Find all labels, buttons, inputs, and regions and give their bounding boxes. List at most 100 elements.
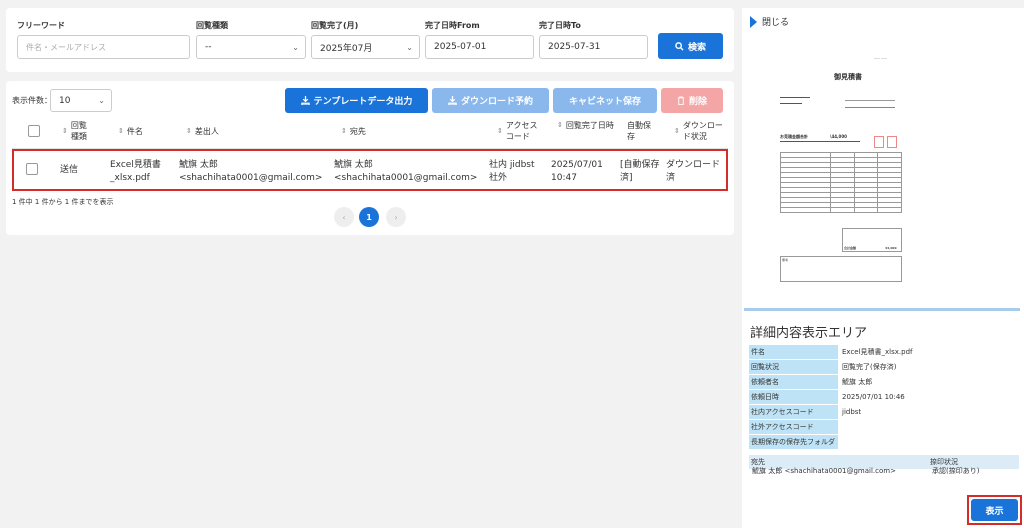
search-button[interactable]: 検索 [658, 33, 723, 59]
row-sender: 鯱旗 太郎 <shachihata0001@gmail.com> [179, 159, 329, 185]
doc-table [780, 152, 902, 213]
row-access: 社内 jidbst 社外 [489, 159, 549, 185]
from-date-input[interactable]: 2025-07-01 [425, 35, 534, 59]
column-download[interactable]: ⇕ ダウンロード状況 [674, 120, 723, 142]
column-recipient[interactable]: ⇕ 宛先 [341, 126, 366, 137]
search-icon [675, 41, 684, 51]
detail-label: 回覧状況 [749, 360, 838, 374]
doc-line [780, 141, 860, 142]
row-sender-name: 鯱旗 太郎 [179, 160, 218, 170]
type-label: 回覧種類 [196, 21, 228, 30]
delete-button[interactable]: 削除 [661, 88, 723, 113]
download-reserve-label: ダウンロード予約 [460, 97, 533, 107]
detail-label: 社外アクセスコード [749, 420, 838, 434]
column-download-label: ダウンロード状況 [682, 121, 723, 141]
chevron-down-icon: ⌄ [98, 96, 105, 105]
prev-page-button[interactable]: ‹ [334, 207, 354, 227]
table-header: ⇕ 回覧種類 ⇕ 件名 ⇕ 差出人 ⇕ 宛先 ⇕ アクセスコード ⇕ 回覧完了日… [12, 117, 728, 149]
cabinet-save-label: キャビネット保存 [568, 97, 641, 107]
table-row[interactable]: 送信 Excel見積書_xlsx.pdf 鯱旗 太郎 <shachihata00… [12, 149, 728, 191]
search-button-label: 検索 [687, 42, 706, 53]
sort-icon: ⇕ [341, 127, 347, 135]
month-select-value: 2025年07月 [320, 43, 373, 54]
sort-icon: ⇕ [557, 121, 563, 129]
per-page-value: 10 [59, 95, 71, 106]
keyword-input[interactable]: 件名・メールアドレス [17, 35, 190, 59]
sort-icon: ⇕ [62, 126, 68, 135]
doc-line [845, 107, 895, 108]
detail-label: 長期保存の保存先フォルダ [749, 435, 838, 449]
column-access[interactable]: ⇕ アクセスコード [497, 120, 542, 142]
detail-value: 回覧完了(保存済) [842, 363, 897, 371]
detail-label: 件名 [749, 345, 838, 359]
triangle-right-icon [750, 15, 757, 28]
column-recipient-label: 宛先 [349, 127, 366, 136]
detail-panel: 閉じる —— —— 御見積書 お見積金額合計 \44,000 合計金額 44,0… [742, 8, 1024, 528]
row-autosave: [自動保存済] [620, 160, 660, 183]
detail-label: 社内アクセスコード [749, 405, 838, 419]
detail-value: 鯱旗 太郎 [842, 378, 873, 386]
per-page-label: 表示件数： [12, 96, 52, 105]
column-completed-label: 回覧完了日時 [565, 121, 614, 130]
panel-divider [744, 308, 1020, 311]
type-select[interactable]: -- ⌄ [196, 35, 306, 59]
doc-line [780, 103, 802, 104]
column-subject[interactable]: ⇕ 件名 [118, 126, 143, 137]
column-autosave[interactable]: 自動保存 [627, 120, 657, 142]
column-completed[interactable]: ⇕ 回覧完了日時 [557, 120, 616, 131]
month-select[interactable]: 2025年07月 ⌄ [311, 35, 420, 59]
row-download: ダウンロード済 [666, 160, 721, 183]
show-button[interactable]: 表示 [971, 499, 1018, 521]
filter-panel: フリーワード 件名・メールアドレス 回覧種類 -- ⌄ 回覧完了(月) 2025… [6, 8, 734, 72]
detail-value: jidbst [842, 408, 862, 416]
to-label: 完了日時To [539, 21, 581, 30]
chevron-down-icon: ⌄ [292, 43, 299, 52]
to-date-input[interactable]: 2025-07-31 [539, 35, 648, 59]
template-export-button[interactable]: テンプレートデータ出力 [285, 88, 428, 113]
trash-icon [677, 96, 685, 105]
close-button[interactable]: 閉じる [750, 15, 789, 28]
list-panel: 表示件数： 10 ⌄ テンプレートデータ出力 ダウンロード予約 キャビネット保存… [6, 81, 734, 235]
template-export-label: テンプレートデータ出力 [313, 97, 413, 107]
detail-label: 依頼者名 [749, 375, 838, 389]
type-select-value: -- [205, 42, 212, 52]
column-sender-label: 差出人 [194, 127, 219, 136]
sort-icon: ⇕ [497, 126, 503, 135]
next-page-button[interactable]: › [386, 207, 406, 227]
document-preview[interactable]: —— —— 御見積書 お見積金額合計 \44,000 合計金額 44,000 備… [770, 52, 926, 302]
row-checkbox[interactable] [26, 163, 38, 175]
doc-total-value: \44,000 [830, 134, 847, 139]
column-autosave-label: 自動保存 [627, 121, 651, 141]
doc-grand-total-label: 合計金額 [844, 246, 857, 250]
column-sender[interactable]: ⇕ 差出人 [186, 126, 219, 137]
sort-icon: ⇕ [674, 126, 680, 135]
cabinet-save-button[interactable]: キャビネット保存 [553, 88, 657, 113]
close-label: 閉じる [762, 18, 790, 28]
page-button-current[interactable]: 1 [359, 207, 379, 227]
chevron-left-icon: ‹ [342, 212, 346, 222]
stamp-value: 承認(捺印あり) [932, 467, 980, 475]
column-type[interactable]: ⇕ 回覧種類 [62, 120, 102, 142]
doc-header-text: —— —— [874, 56, 887, 60]
sort-icon: ⇕ [186, 127, 192, 135]
column-access-label: アクセスコード [505, 121, 538, 141]
sort-icon: ⇕ [118, 127, 124, 135]
doc-line [845, 100, 895, 101]
download-icon [300, 96, 310, 105]
column-subject-label: 件名 [126, 127, 143, 136]
select-all-checkbox[interactable] [28, 125, 40, 137]
doc-note-label: 備考 [782, 258, 789, 262]
dest-value: 鯱旗 太郎 <shachihata0001@gmail.com> [752, 467, 896, 475]
from-label: 完了日時From [425, 21, 480, 30]
count-text: 1 件中 1 件から 1 件までを表示 [12, 198, 114, 206]
doc-grand-total-value: 44,000 [885, 246, 897, 250]
doc-stamp [874, 136, 884, 148]
row-access-internal: 社内 jidbst [489, 160, 535, 170]
detail-label: 依頼日時 [749, 390, 838, 404]
doc-line [780, 97, 810, 98]
detail-value: Excel見積書_xlsx.pdf [842, 348, 913, 356]
download-reserve-button[interactable]: ダウンロード予約 [432, 88, 549, 113]
per-page-select[interactable]: 10 ⌄ [50, 89, 112, 112]
month-label: 回覧完了(月) [311, 21, 359, 30]
download-icon [448, 96, 457, 105]
